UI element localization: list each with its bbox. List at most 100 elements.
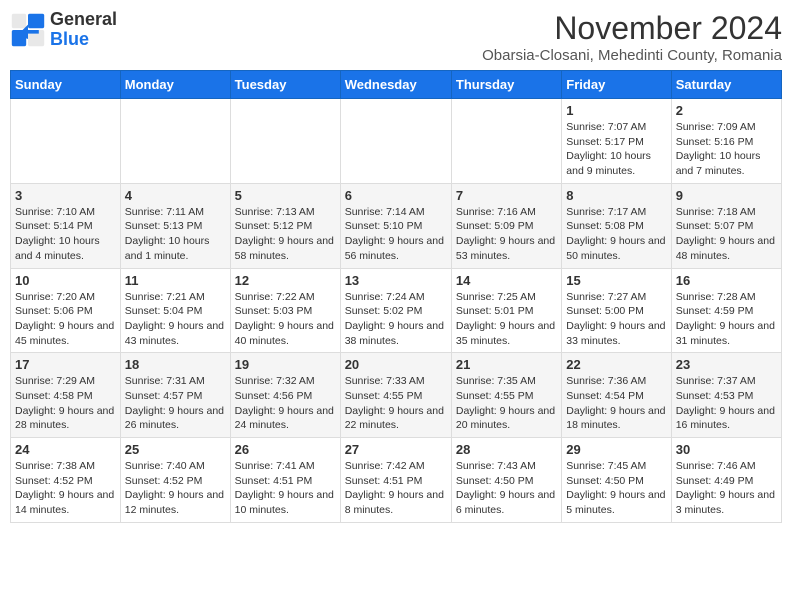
logo-text: General Blue (50, 10, 117, 50)
calendar-cell: 22 Sunrise: 7:36 AM Sunset: 4:54 PM Dayli… (562, 353, 671, 438)
calendar-weekday-header: Monday (120, 71, 230, 99)
day-info: Sunrise: 7:35 AM Sunset: 4:55 PM Dayligh… (456, 374, 557, 433)
calendar-weekday-header: Thursday (451, 71, 561, 99)
calendar-weekday-header: Tuesday (230, 71, 340, 99)
day-info: Sunrise: 7:18 AM Sunset: 5:07 PM Dayligh… (676, 205, 777, 264)
day-info: Sunrise: 7:27 AM Sunset: 5:00 PM Dayligh… (566, 290, 666, 349)
day-number: 28 (456, 442, 557, 457)
calendar-cell: 2Sunrise: 7:09 AM Sunset: 5:16 PM Daylig… (671, 99, 781, 184)
calendar-cell: 23 Sunrise: 7:37 AM Sunset: 4:53 PM Dayli… (671, 353, 781, 438)
calendar-cell: 7 Sunrise: 7:16 AM Sunset: 5:09 PM Daylig… (451, 183, 561, 268)
calendar-cell: 20 Sunrise: 7:33 AM Sunset: 4:55 PM Dayli… (340, 353, 451, 438)
day-info: Sunrise: 7:37 AM Sunset: 4:53 PM Dayligh… (676, 374, 777, 433)
location-subtitle: Obarsia-Closani, Mehedinti County, Roman… (482, 47, 782, 64)
day-number: 18 (125, 357, 226, 372)
calendar-week-row: 3 Sunrise: 7:10 AM Sunset: 5:14 PM Daylig… (11, 183, 782, 268)
day-number: 3 (15, 188, 116, 203)
calendar-cell: 25 Sunrise: 7:40 AM Sunset: 4:52 PM Dayli… (120, 438, 230, 523)
day-number: 26 (235, 442, 336, 457)
day-info: Sunrise: 7:09 AM Sunset: 5:16 PM Dayligh… (676, 120, 777, 179)
calendar-cell: 1 Sunrise: 7:07 AM Sunset: 5:17 PM Daylig… (562, 99, 671, 184)
day-number: 11 (125, 273, 226, 288)
day-info: Sunrise: 7:17 AM Sunset: 5:08 PM Dayligh… (566, 205, 666, 264)
day-number: 20 (345, 357, 447, 372)
day-info: Sunrise: 7:16 AM Sunset: 5:09 PM Dayligh… (456, 205, 557, 264)
day-info: Sunrise: 7:46 AM Sunset: 4:49 PM Dayligh… (676, 459, 777, 518)
calendar-cell: 18 Sunrise: 7:31 AM Sunset: 4:57 PM Dayli… (120, 353, 230, 438)
day-number: 15 (566, 273, 666, 288)
day-number: 12 (235, 273, 336, 288)
calendar-cell (451, 99, 561, 184)
calendar-cell: 8 Sunrise: 7:17 AM Sunset: 5:08 PM Daylig… (562, 183, 671, 268)
day-info: Sunrise: 7:45 AM Sunset: 4:50 PM Dayligh… (566, 459, 666, 518)
day-number: 27 (345, 442, 447, 457)
calendar-cell: 5Sunrise: 7:13 AM Sunset: 5:12 PM Daylig… (230, 183, 340, 268)
calendar-cell (230, 99, 340, 184)
calendar-cell: 4 Sunrise: 7:11 AM Sunset: 5:13 PM Daylig… (120, 183, 230, 268)
day-number: 13 (345, 273, 447, 288)
calendar-cell: 9 Sunrise: 7:18 AM Sunset: 5:07 PM Daylig… (671, 183, 781, 268)
day-info: Sunrise: 7:25 AM Sunset: 5:01 PM Dayligh… (456, 290, 557, 349)
day-info: Sunrise: 7:43 AM Sunset: 4:50 PM Dayligh… (456, 459, 557, 518)
day-info: Sunrise: 7:22 AM Sunset: 5:03 PM Dayligh… (235, 290, 336, 349)
day-info: Sunrise: 7:36 AM Sunset: 4:54 PM Dayligh… (566, 374, 666, 433)
day-number: 25 (125, 442, 226, 457)
calendar-cell: 19 Sunrise: 7:32 AM Sunset: 4:56 PM Dayli… (230, 353, 340, 438)
calendar-cell: 28 Sunrise: 7:43 AM Sunset: 4:50 PM Dayli… (451, 438, 561, 523)
calendar-cell (340, 99, 451, 184)
day-info: Sunrise: 7:29 AM Sunset: 4:58 PM Dayligh… (15, 374, 116, 433)
day-number: 8 (566, 188, 666, 203)
calendar-weekday-header: Sunday (11, 71, 121, 99)
day-number: 23 (676, 357, 777, 372)
day-info: Sunrise: 7:13 AM Sunset: 5:12 PM Dayligh… (235, 205, 336, 264)
day-info: Sunrise: 7:11 AM Sunset: 5:13 PM Dayligh… (125, 205, 226, 264)
day-info: Sunrise: 7:21 AM Sunset: 5:04 PM Dayligh… (125, 290, 226, 349)
calendar-cell: 10 Sunrise: 7:20 AM Sunset: 5:06 PM Dayli… (11, 268, 121, 353)
day-number: 19 (235, 357, 336, 372)
page-header: General Blue November 2024 Obarsia-Closa… (10, 10, 782, 64)
day-number: 17 (15, 357, 116, 372)
day-info: Sunrise: 7:41 AM Sunset: 4:51 PM Dayligh… (235, 459, 336, 518)
day-number: 6 (345, 188, 447, 203)
calendar-cell: 16 Sunrise: 7:28 AM Sunset: 4:59 PM Dayli… (671, 268, 781, 353)
day-number: 10 (15, 273, 116, 288)
calendar-cell: 13 Sunrise: 7:24 AM Sunset: 5:02 PM Dayli… (340, 268, 451, 353)
calendar-cell (120, 99, 230, 184)
calendar-cell: 27Sunrise: 7:42 AM Sunset: 4:51 PM Dayli… (340, 438, 451, 523)
day-number: 1 (566, 103, 666, 118)
day-number: 29 (566, 442, 666, 457)
calendar-cell: 24 Sunrise: 7:38 AM Sunset: 4:52 PM Dayli… (11, 438, 121, 523)
calendar-cell (11, 99, 121, 184)
day-info: Sunrise: 7:28 AM Sunset: 4:59 PM Dayligh… (676, 290, 777, 349)
calendar-cell: 11 Sunrise: 7:21 AM Sunset: 5:04 PM Dayli… (120, 268, 230, 353)
day-number: 22 (566, 357, 666, 372)
day-info: Sunrise: 7:33 AM Sunset: 4:55 PM Dayligh… (345, 374, 447, 433)
day-info: Sunrise: 7:38 AM Sunset: 4:52 PM Dayligh… (15, 459, 116, 518)
day-number: 24 (15, 442, 116, 457)
calendar-cell: 3 Sunrise: 7:10 AM Sunset: 5:14 PM Daylig… (11, 183, 121, 268)
day-number: 9 (676, 188, 777, 203)
calendar-weekday-header: Friday (562, 71, 671, 99)
calendar-table: SundayMondayTuesdayWednesdayThursdayFrid… (10, 70, 782, 523)
day-info: Sunrise: 7:24 AM Sunset: 5:02 PM Dayligh… (345, 290, 447, 349)
title-area: November 2024 Obarsia-Closani, Mehedinti… (482, 10, 782, 64)
calendar-cell: 21Sunrise: 7:35 AM Sunset: 4:55 PM Dayli… (451, 353, 561, 438)
day-info: Sunrise: 7:40 AM Sunset: 4:52 PM Dayligh… (125, 459, 226, 518)
day-info: Sunrise: 7:20 AM Sunset: 5:06 PM Dayligh… (15, 290, 116, 349)
day-number: 30 (676, 442, 777, 457)
day-number: 4 (125, 188, 226, 203)
day-info: Sunrise: 7:14 AM Sunset: 5:10 PM Dayligh… (345, 205, 447, 264)
day-info: Sunrise: 7:31 AM Sunset: 4:57 PM Dayligh… (125, 374, 226, 433)
calendar-header-row: SundayMondayTuesdayWednesdayThursdayFrid… (11, 71, 782, 99)
calendar-week-row: 24 Sunrise: 7:38 AM Sunset: 4:52 PM Dayli… (11, 438, 782, 523)
calendar-week-row: 10 Sunrise: 7:20 AM Sunset: 5:06 PM Dayli… (11, 268, 782, 353)
day-number: 16 (676, 273, 777, 288)
day-info: Sunrise: 7:07 AM Sunset: 5:17 PM Dayligh… (566, 120, 666, 179)
calendar-week-row: 1 Sunrise: 7:07 AM Sunset: 5:17 PM Daylig… (11, 99, 782, 184)
day-number: 7 (456, 188, 557, 203)
day-number: 14 (456, 273, 557, 288)
day-info: Sunrise: 7:32 AM Sunset: 4:56 PM Dayligh… (235, 374, 336, 433)
calendar-cell: 26 Sunrise: 7:41 AM Sunset: 4:51 PM Dayli… (230, 438, 340, 523)
day-info: Sunrise: 7:10 AM Sunset: 5:14 PM Dayligh… (15, 205, 116, 264)
calendar-cell: 15 Sunrise: 7:27 AM Sunset: 5:00 PM Dayli… (562, 268, 671, 353)
